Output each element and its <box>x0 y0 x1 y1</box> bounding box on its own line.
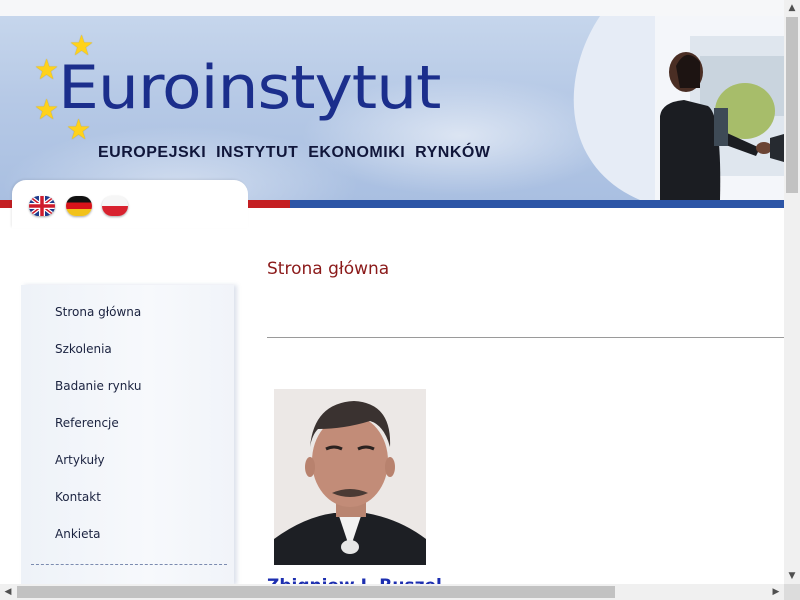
menu-separator <box>31 564 227 565</box>
sidebar-item-strona-glowna[interactable]: Strona główna <box>55 305 141 319</box>
horizontal-scrollbar[interactable]: ◀ ▶ <box>0 584 784 600</box>
page-title: Strona główna <box>267 259 390 279</box>
vertical-scrollbar[interactable]: ▲ ▼ <box>784 0 800 584</box>
logo-title[interactable]: Euroinstytut <box>58 58 441 118</box>
logo-subtitle: EUROPEJSKI INSTYTUT EKONOMIKI RYNKÓW <box>98 144 491 161</box>
header-banner: ★ ★ ★ ★ Euroinstytut EUROPEJSKI INSTYTUT… <box>0 16 784 200</box>
eu-star-icon: ★ <box>34 93 60 126</box>
header-stripe-blue <box>290 200 784 208</box>
scroll-down-arrow-icon[interactable]: ▼ <box>784 568 800 584</box>
scroll-up-arrow-icon[interactable]: ▲ <box>784 0 800 16</box>
vertical-scroll-thumb[interactable] <box>786 17 798 193</box>
sidebar-item-badanie-rynku[interactable]: Badanie rynku <box>55 379 142 393</box>
uk-flag-icon[interactable] <box>29 196 55 216</box>
polish-flag-icon[interactable] <box>102 196 128 216</box>
scroll-right-arrow-icon[interactable]: ▶ <box>768 584 784 600</box>
heading-divider <box>267 337 784 338</box>
sidebar-item-ankieta[interactable]: Ankieta <box>55 527 101 541</box>
portrait-photo <box>274 389 426 565</box>
sidebar-item-referencje[interactable]: Referencje <box>55 416 119 430</box>
sidebar-item-kontakt[interactable]: Kontakt <box>55 490 101 504</box>
sidebar-menu: Strona główna Szkolenia Badanie rynku Re… <box>21 285 234 585</box>
top-strip <box>0 0 784 16</box>
sidebar-item-szkolenia[interactable]: Szkolenia <box>55 342 112 356</box>
scroll-left-arrow-icon[interactable]: ◀ <box>0 584 16 600</box>
scrollbar-corner <box>784 584 800 600</box>
horizontal-scroll-thumb[interactable] <box>17 586 615 598</box>
eu-star-icon: ★ <box>34 53 60 86</box>
german-flag-icon[interactable] <box>66 196 92 216</box>
sidebar-item-artykuly[interactable]: Artykuły <box>55 453 105 467</box>
